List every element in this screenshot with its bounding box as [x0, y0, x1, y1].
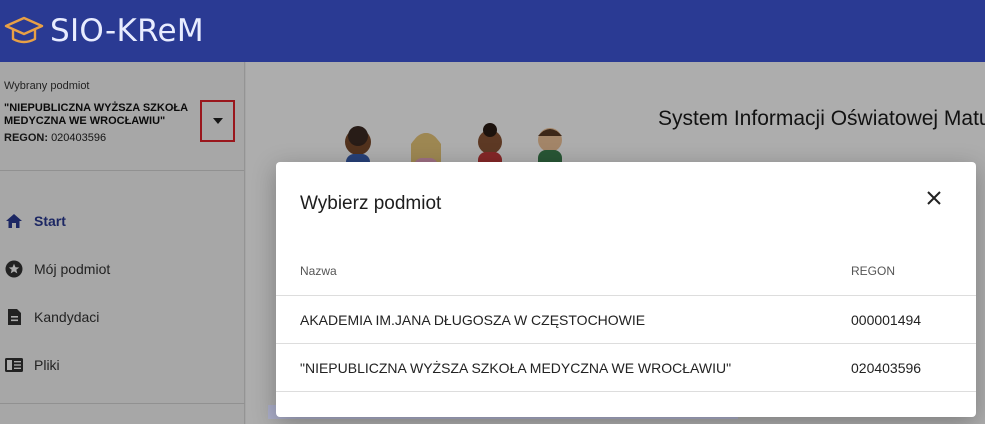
table-row[interactable]: AKADEMIA IM.JANA DŁUGOSZA W CZĘSTOCHOWIE…	[276, 296, 976, 344]
top-bar: SIO-KReM	[0, 0, 985, 62]
column-header-name[interactable]: Nazwa	[276, 264, 826, 278]
close-icon	[927, 190, 941, 210]
row-name: "NIEPUBLICZNA WYŻSZA SZKOŁA MEDYCZNA WE …	[300, 359, 732, 376]
app-title[interactable]: SIO-KReM	[50, 13, 204, 49]
subjects-table: Nazwa REGON AKADEMIA IM.JANA DŁUGOSZA W …	[276, 246, 976, 392]
graduation-cap-icon	[4, 14, 44, 48]
table-row[interactable]: "NIEPUBLICZNA WYŻSZA SZKOŁA MEDYCZNA WE …	[276, 344, 976, 392]
column-header-regon[interactable]: REGON	[826, 264, 976, 278]
table-header: Nazwa REGON	[276, 246, 976, 296]
dialog-title: Wybierz podmiot	[300, 193, 442, 214]
row-name: AKADEMIA IM.JANA DŁUGOSZA W CZĘSTOCHOWIE	[300, 311, 646, 328]
row-regon: 020403596	[851, 359, 922, 376]
row-regon: 000001494	[851, 311, 922, 328]
close-button[interactable]	[918, 184, 950, 216]
select-subject-dialog: Wybierz podmiot Nazwa REGON AKADEMIA IM.…	[276, 162, 976, 417]
